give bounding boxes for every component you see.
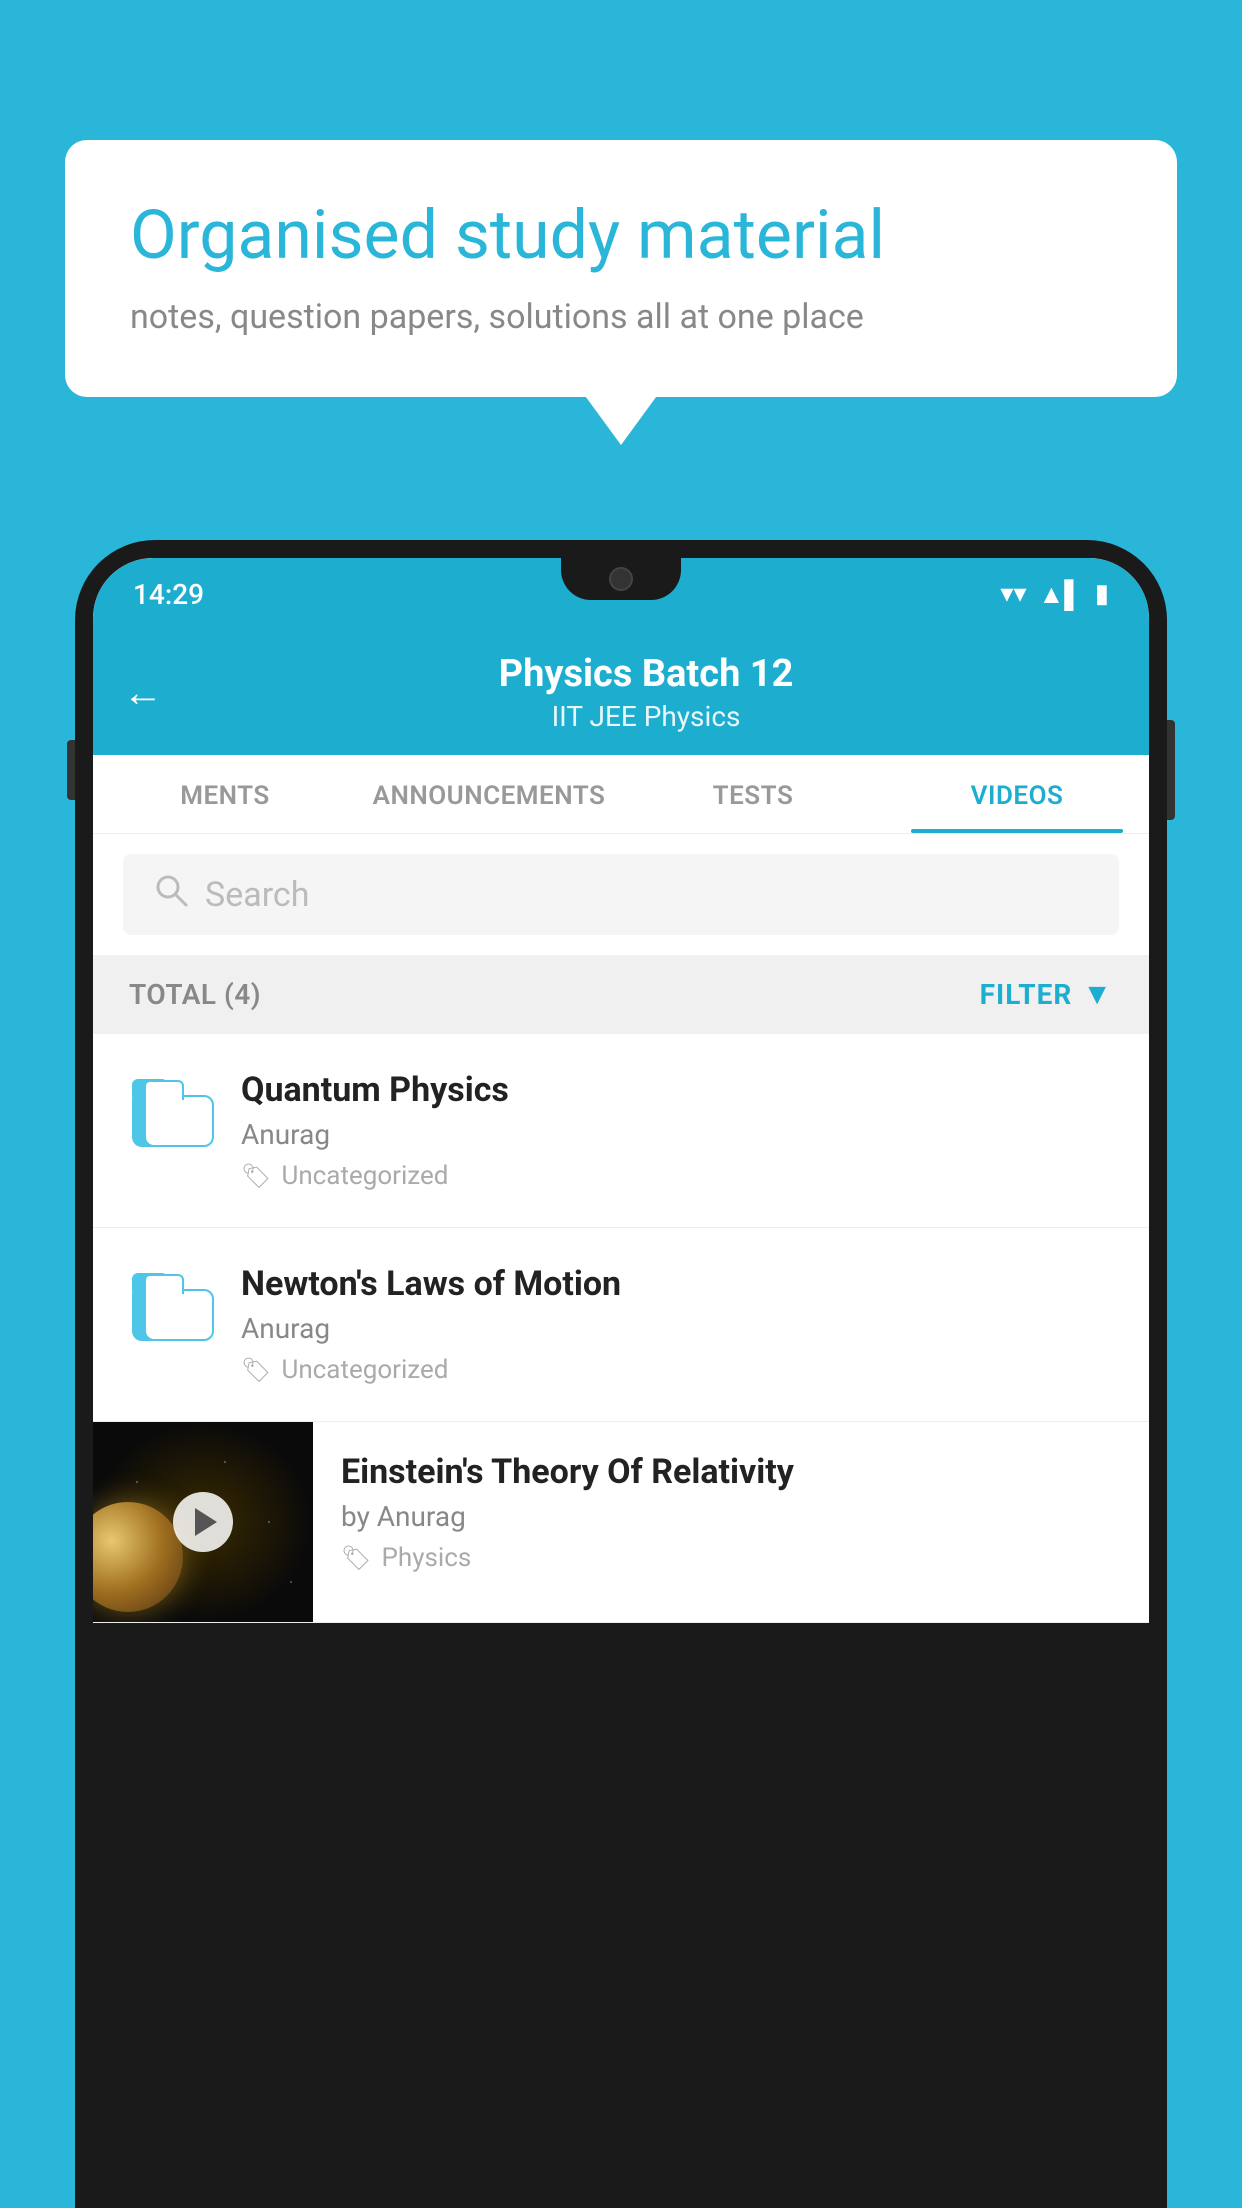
video-tag: 🏷 Uncategorized [241,1355,1119,1385]
folder-icon [132,1277,204,1341]
batch-tags: IIT JEE Physics [183,700,1109,733]
video-title: Newton's Laws of Motion [241,1264,1119,1304]
tab-videos[interactable]: VIDEOS [885,755,1149,833]
search-input[interactable]: Search [205,875,309,915]
video-item-info: Newton's Laws of Motion Anurag 🏷 Uncateg… [241,1264,1119,1385]
tag-label: Uncategorized [281,1355,448,1385]
camera [609,567,633,591]
folder-icon-container [123,1070,213,1160]
play-button[interactable] [173,1492,233,1552]
header-title-block: Physics Batch 12 IIT JEE Physics [183,652,1109,733]
video-tag: 🏷 Uncategorized [241,1161,1119,1191]
list-item[interactable]: Newton's Laws of Motion Anurag 🏷 Uncateg… [93,1228,1149,1422]
tab-tests[interactable]: TESTS [621,755,885,833]
phone-notch [561,558,681,600]
wifi-icon: ▾▾ [1000,579,1026,609]
video-title: Quantum Physics [241,1070,1119,1110]
power-button [1167,720,1175,820]
folder-front [144,1095,214,1147]
speech-bubble-subtitle: notes, question papers, solutions all at… [130,297,1112,337]
phone-screen: 14:29 ▾▾ ▲▌ ▮ ← Physics Batch 12 IIT JEE… [93,558,1149,1623]
speech-bubble-section: Organised study material notes, question… [65,140,1177,397]
back-button[interactable]: ← [123,669,163,716]
status-bar: 14:29 ▾▾ ▲▌ ▮ [93,558,1149,630]
speech-bubble-title: Organised study material [130,195,1112,277]
video-thumbnail [93,1422,313,1622]
phone-outer-shell: 14:29 ▾▾ ▲▌ ▮ ← Physics Batch 12 IIT JEE… [75,540,1167,2208]
video-author: Anurag [241,1118,1119,1151]
app-header: ← Physics Batch 12 IIT JEE Physics [93,630,1149,755]
play-icon [195,1508,217,1536]
total-count: TOTAL (4) [129,978,261,1011]
battery-icon: ▮ [1095,579,1109,609]
list-item[interactable]: Quantum Physics Anurag 🏷 Uncategorized [93,1034,1149,1228]
tag-label: Uncategorized [281,1161,448,1191]
volume-button [67,740,75,800]
batch-title: Physics Batch 12 [183,652,1109,696]
tabs-bar: MENTS ANNOUNCEMENTS TESTS VIDEOS [93,755,1149,834]
video-item-info: Quantum Physics Anurag 🏷 Uncategorized [241,1070,1119,1191]
filter-button[interactable]: FILTER ▼ [980,977,1113,1012]
video-author: by Anurag [341,1500,1119,1533]
list-item[interactable]: Einstein's Theory Of Relativity by Anura… [93,1422,1149,1623]
filter-icon: ▼ [1082,977,1113,1012]
search-bar[interactable]: Search [123,854,1119,935]
video-title: Einstein's Theory Of Relativity [341,1452,1119,1492]
status-time: 14:29 [133,578,204,611]
folder-front [144,1289,214,1341]
tab-ments[interactable]: MENTS [93,755,357,833]
speech-bubble-card: Organised study material notes, question… [65,140,1177,397]
search-icon [153,872,189,917]
folder-icon [132,1083,204,1147]
tag-icon: 🏷 [341,1544,371,1572]
tab-announcements[interactable]: ANNOUNCEMENTS [357,755,621,833]
video-item-info: Einstein's Theory Of Relativity by Anura… [313,1422,1119,1603]
folder-icon-container [123,1264,213,1354]
tag-icon: 🏷 [241,1356,271,1384]
tag-icon: 🏷 [241,1162,271,1190]
video-author: Anurag [241,1312,1119,1345]
filter-label: FILTER [980,978,1073,1011]
video-tag: 🏷 Physics [341,1543,1119,1573]
signal-icon: ▲▌ [1039,579,1083,610]
phone-mockup: 14:29 ▾▾ ▲▌ ▮ ← Physics Batch 12 IIT JEE… [75,540,1167,2208]
search-bar-container: Search [93,834,1149,955]
content-area: Quantum Physics Anurag 🏷 Uncategorized [93,1034,1149,1623]
filter-bar: TOTAL (4) FILTER ▼ [93,955,1149,1034]
tag-label: Physics [381,1543,471,1573]
status-icons: ▾▾ ▲▌ ▮ [1000,579,1109,610]
